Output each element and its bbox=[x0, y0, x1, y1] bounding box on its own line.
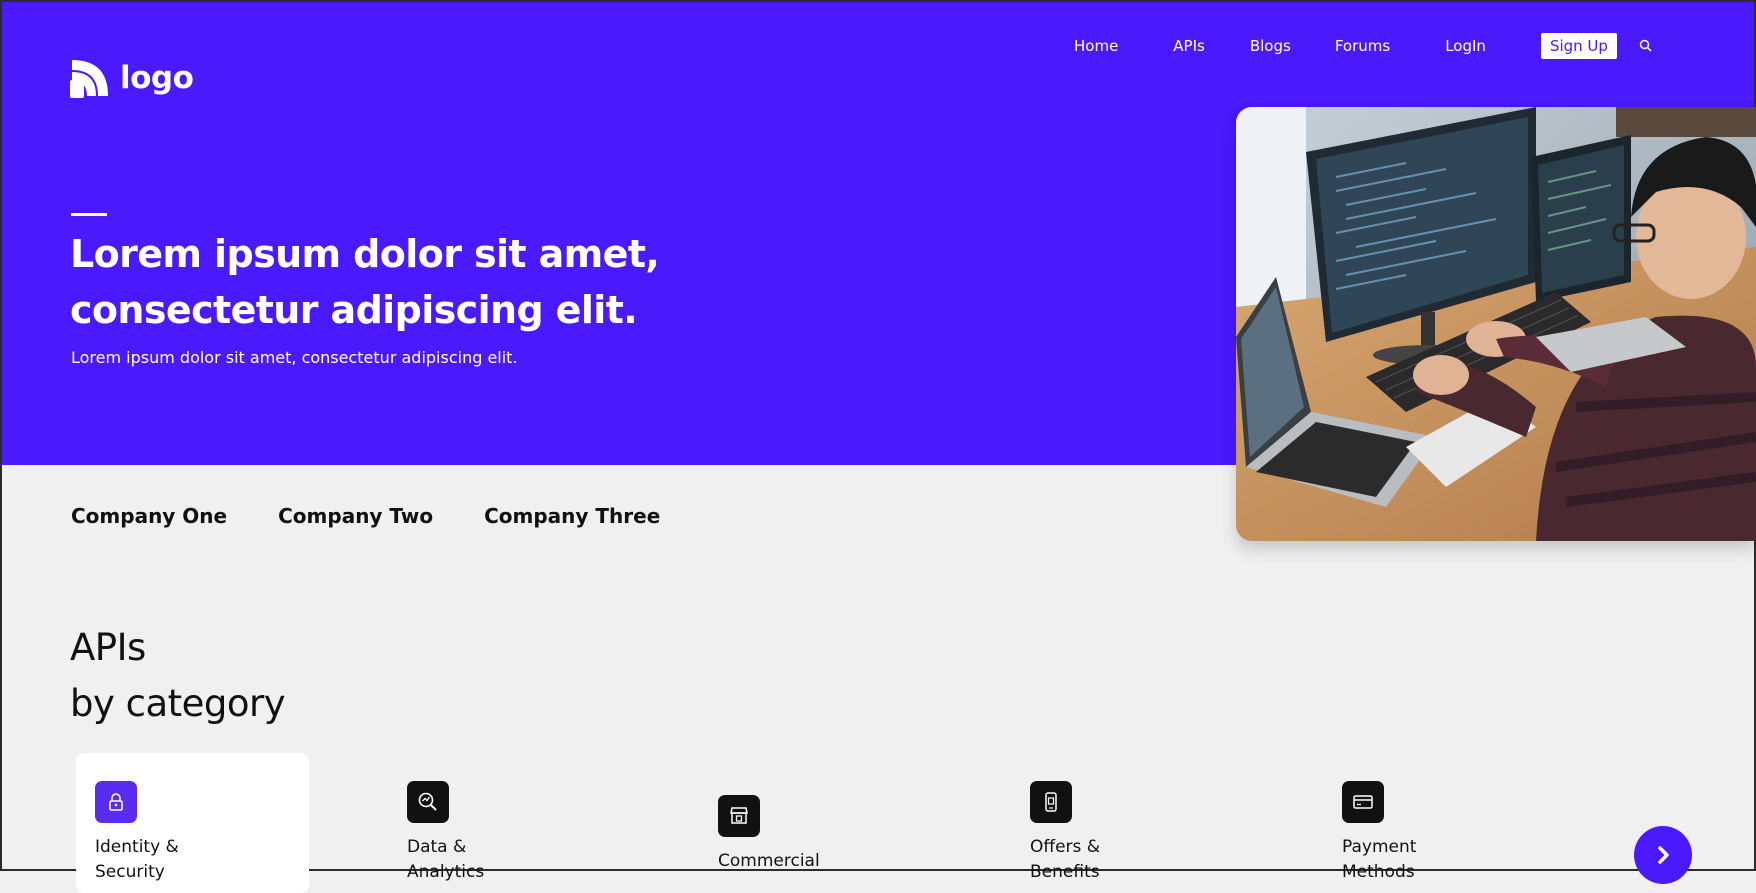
main-nav: Home APIs Blogs Forums LogIn Sign Up bbox=[1074, 33, 1654, 59]
category-label: Payment Methods bbox=[1342, 837, 1417, 882]
company-two: Company Two bbox=[278, 504, 434, 528]
category-label: Offers & Benefits bbox=[1030, 837, 1101, 882]
category-payment-methods[interactable]: Payment Methods bbox=[1342, 781, 1482, 885]
apis-heading-line1: APIs bbox=[70, 626, 146, 669]
lock-icon bbox=[95, 781, 137, 823]
nav-forums[interactable]: Forums bbox=[1335, 37, 1390, 55]
developer-at-desk-illustration bbox=[1236, 107, 1756, 541]
nav-blogs[interactable]: Blogs bbox=[1250, 37, 1291, 55]
credit-card-icon bbox=[1342, 781, 1384, 823]
apis-heading-line2: by category bbox=[70, 682, 286, 725]
category-offers-benefits[interactable]: Offers & Benefits bbox=[1030, 781, 1170, 885]
hero-title-line1: Lorem ipsum dolor sit amet, bbox=[70, 232, 660, 276]
category-commercial[interactable]: Commercial bbox=[718, 795, 858, 874]
storefront-icon bbox=[718, 795, 760, 837]
category-label: Data & Analytics bbox=[407, 837, 485, 882]
logo-text: logo bbox=[120, 60, 194, 96]
hero-photo bbox=[1236, 107, 1756, 541]
hero-title-line2: consectetur adipiscing elit. bbox=[70, 288, 638, 332]
category-data-analytics[interactable]: Data & Analytics bbox=[407, 781, 547, 885]
phone-offer-icon bbox=[1030, 781, 1072, 823]
logo[interactable]: logo bbox=[70, 58, 194, 98]
nav-login[interactable]: LogIn bbox=[1445, 37, 1486, 55]
chevron-right-icon bbox=[1658, 846, 1669, 864]
magnifier-chart-icon bbox=[407, 781, 449, 823]
category-label: Commercial bbox=[718, 851, 820, 871]
search-icon[interactable] bbox=[1638, 38, 1654, 54]
company-three: Company Three bbox=[484, 504, 661, 528]
company-logos: Company One Company Two Company Three bbox=[71, 504, 660, 528]
apis-section-heading: APIs by category bbox=[70, 620, 286, 732]
category-identity-security[interactable]: Identity & Security bbox=[95, 781, 235, 885]
nav-home[interactable]: Home bbox=[1074, 37, 1118, 55]
hero-subtitle: Lorem ipsum dolor sit amet, consectetur … bbox=[71, 348, 518, 367]
next-category-button[interactable] bbox=[1634, 826, 1692, 884]
logo-signal-icon bbox=[70, 60, 108, 98]
category-label: Identity & Security bbox=[95, 837, 179, 882]
signup-button[interactable]: Sign Up bbox=[1540, 33, 1617, 59]
hero-dash-divider bbox=[71, 213, 107, 216]
company-one: Company One bbox=[71, 504, 228, 528]
hero-title: Lorem ipsum dolor sit amet, consectetur … bbox=[70, 226, 790, 338]
nav-apis[interactable]: APIs bbox=[1173, 37, 1205, 55]
